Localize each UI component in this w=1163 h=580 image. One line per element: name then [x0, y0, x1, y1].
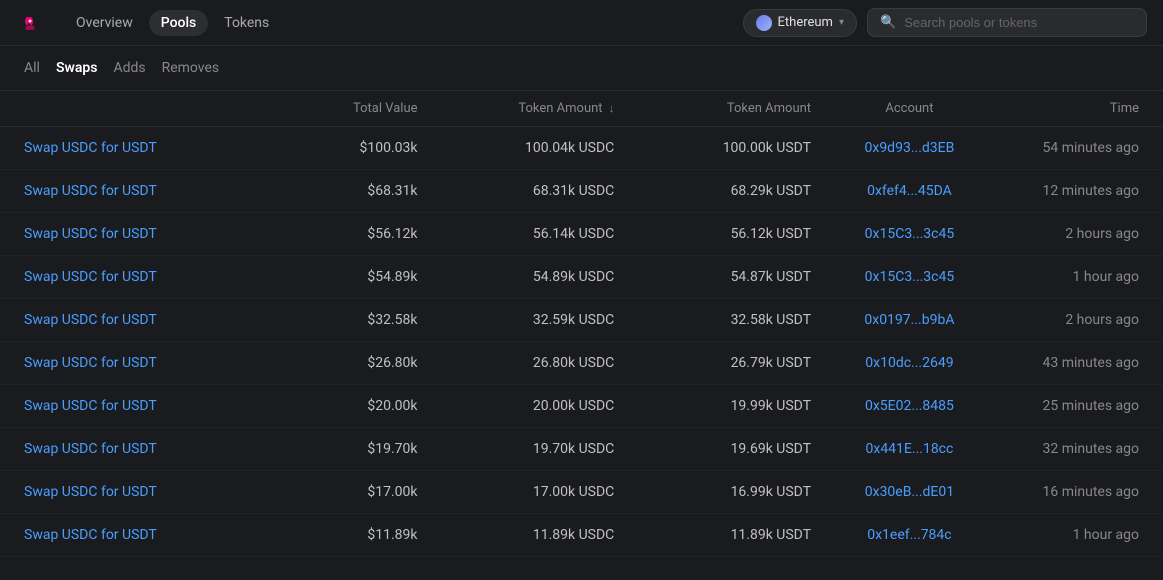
total-value: $20.00k: [286, 398, 417, 414]
token-amount-1: 19.70k USDC: [418, 441, 615, 457]
total-value: $11.89k: [286, 527, 417, 543]
token-amount-1: 11.89k USDC: [418, 527, 615, 543]
total-value: $32.58k: [286, 312, 417, 328]
table-row: Swap USDC for USDT $54.89k 54.89k USDC 5…: [0, 256, 1163, 299]
nav-item-pools[interactable]: Pools: [149, 10, 209, 36]
time: 2 hours ago: [1008, 226, 1139, 242]
account-link[interactable]: 0x9d93...d3EB: [811, 140, 1008, 156]
col-header-token-amount-1[interactable]: Token Amount ↓: [418, 101, 615, 116]
table-body: Swap USDC for USDT $100.03k 100.04k USDC…: [0, 127, 1163, 557]
search-input[interactable]: [904, 15, 1134, 30]
account-link[interactable]: 0x15C3...3c45: [811, 269, 1008, 285]
nav-item-tokens[interactable]: Tokens: [212, 10, 281, 36]
account-link[interactable]: 0x5E02...8485: [811, 398, 1008, 414]
time: 1 hour ago: [1008, 269, 1139, 285]
table-row: Swap USDC for USDT $32.58k 32.59k USDC 3…: [0, 299, 1163, 342]
col-header-account: Account: [811, 101, 1008, 116]
token-amount-2: 68.29k USDT: [614, 183, 811, 199]
token-amount-1: 56.14k USDC: [418, 226, 615, 242]
col-header-action: [24, 101, 286, 116]
token-amount-1: 20.00k USDC: [418, 398, 615, 414]
table-header: Total Value Token Amount ↓ Token Amount …: [0, 91, 1163, 127]
time: 25 minutes ago: [1008, 398, 1139, 414]
time: 1 hour ago: [1008, 527, 1139, 543]
token-amount-1: 54.89k USDC: [418, 269, 615, 285]
action-link[interactable]: Swap USDC for USDT: [24, 269, 286, 285]
action-link[interactable]: Swap USDC for USDT: [24, 312, 286, 328]
total-value: $100.03k: [286, 140, 417, 156]
action-link[interactable]: Swap USDC for USDT: [24, 226, 286, 242]
app-logo[interactable]: [16, 9, 44, 37]
nav-item-overview[interactable]: Overview: [64, 10, 145, 36]
account-link[interactable]: 0x1eef...784c: [811, 527, 1008, 543]
search-bar: 🔍: [867, 8, 1147, 37]
network-icon: [756, 15, 772, 31]
token-amount-2: 56.12k USDT: [614, 226, 811, 242]
total-value: $19.70k: [286, 441, 417, 457]
token-amount-1: 17.00k USDC: [418, 484, 615, 500]
total-value: $68.31k: [286, 183, 417, 199]
account-link[interactable]: 0x0197...b9bA: [811, 312, 1008, 328]
total-value: $26.80k: [286, 355, 417, 371]
table-row: Swap USDC for USDT $100.03k 100.04k USDC…: [0, 127, 1163, 170]
total-value: $17.00k: [286, 484, 417, 500]
col-header-total-value: Total Value: [286, 101, 417, 116]
account-link[interactable]: 0x441E...18cc: [811, 441, 1008, 457]
token-amount-1: 100.04k USDC: [418, 140, 615, 156]
total-value: $56.12k: [286, 226, 417, 242]
token-amount-2: 100.00k USDT: [614, 140, 811, 156]
filter-removes[interactable]: Removes: [162, 60, 220, 76]
time: 16 minutes ago: [1008, 484, 1139, 500]
col-header-token-amount-2: Token Amount: [614, 101, 811, 116]
table-container: All Swaps Adds Removes Total Value Token…: [0, 46, 1163, 557]
table-row: Swap USDC for USDT $56.12k 56.14k USDC 5…: [0, 213, 1163, 256]
token-amount-2: 26.79k USDT: [614, 355, 811, 371]
chevron-down-icon: ▾: [839, 17, 844, 28]
token-amount-1: 32.59k USDC: [418, 312, 615, 328]
time: 32 minutes ago: [1008, 441, 1139, 457]
action-link[interactable]: Swap USDC for USDT: [24, 140, 286, 156]
table-row: Swap USDC for USDT $11.89k 11.89k USDC 1…: [0, 514, 1163, 557]
main-nav: Overview Pools Tokens: [64, 10, 743, 36]
table-row: Swap USDC for USDT $68.31k 68.31k USDC 6…: [0, 170, 1163, 213]
table-row: Swap USDC for USDT $19.70k 19.70k USDC 1…: [0, 428, 1163, 471]
filter-all[interactable]: All: [24, 60, 40, 76]
filter-adds[interactable]: Adds: [113, 60, 145, 76]
token-amount-2: 19.69k USDT: [614, 441, 811, 457]
time: 12 minutes ago: [1008, 183, 1139, 199]
total-value: $54.89k: [286, 269, 417, 285]
token-amount-1: 68.31k USDC: [418, 183, 615, 199]
action-link[interactable]: Swap USDC for USDT: [24, 355, 286, 371]
filter-swaps[interactable]: Swaps: [56, 60, 97, 76]
action-link[interactable]: Swap USDC for USDT: [24, 527, 286, 543]
header-right: Ethereum ▾ 🔍: [743, 8, 1147, 37]
account-link[interactable]: 0xfef4...45DA: [811, 183, 1008, 199]
token-amount-2: 19.99k USDT: [614, 398, 811, 414]
action-link[interactable]: Swap USDC for USDT: [24, 183, 286, 199]
token-amount-2: 32.58k USDT: [614, 312, 811, 328]
token-amount-2: 11.89k USDT: [614, 527, 811, 543]
time: 54 minutes ago: [1008, 140, 1139, 156]
time: 43 minutes ago: [1008, 355, 1139, 371]
col-header-time: Time: [1008, 101, 1139, 116]
token-amount-2: 54.87k USDT: [614, 269, 811, 285]
action-link[interactable]: Swap USDC for USDT: [24, 398, 286, 414]
table-row: Swap USDC for USDT $17.00k 17.00k USDC 1…: [0, 471, 1163, 514]
action-link[interactable]: Swap USDC for USDT: [24, 441, 286, 457]
table-row: Swap USDC for USDT $20.00k 20.00k USDC 1…: [0, 385, 1163, 428]
header: Overview Pools Tokens Ethereum ▾ 🔍: [0, 0, 1163, 46]
action-link[interactable]: Swap USDC for USDT: [24, 484, 286, 500]
account-link[interactable]: 0x30eB...dE01: [811, 484, 1008, 500]
filter-row: All Swaps Adds Removes: [0, 46, 1163, 91]
network-selector[interactable]: Ethereum ▾: [743, 9, 857, 37]
time: 2 hours ago: [1008, 312, 1139, 328]
account-link[interactable]: 0x10dc...2649: [811, 355, 1008, 371]
search-icon: 🔍: [880, 15, 896, 30]
table-row: Swap USDC for USDT $26.80k 26.80k USDC 2…: [0, 342, 1163, 385]
token-amount-2: 16.99k USDT: [614, 484, 811, 500]
account-link[interactable]: 0x15C3...3c45: [811, 226, 1008, 242]
token-amount-1: 26.80k USDC: [418, 355, 615, 371]
network-label: Ethereum: [778, 15, 833, 30]
